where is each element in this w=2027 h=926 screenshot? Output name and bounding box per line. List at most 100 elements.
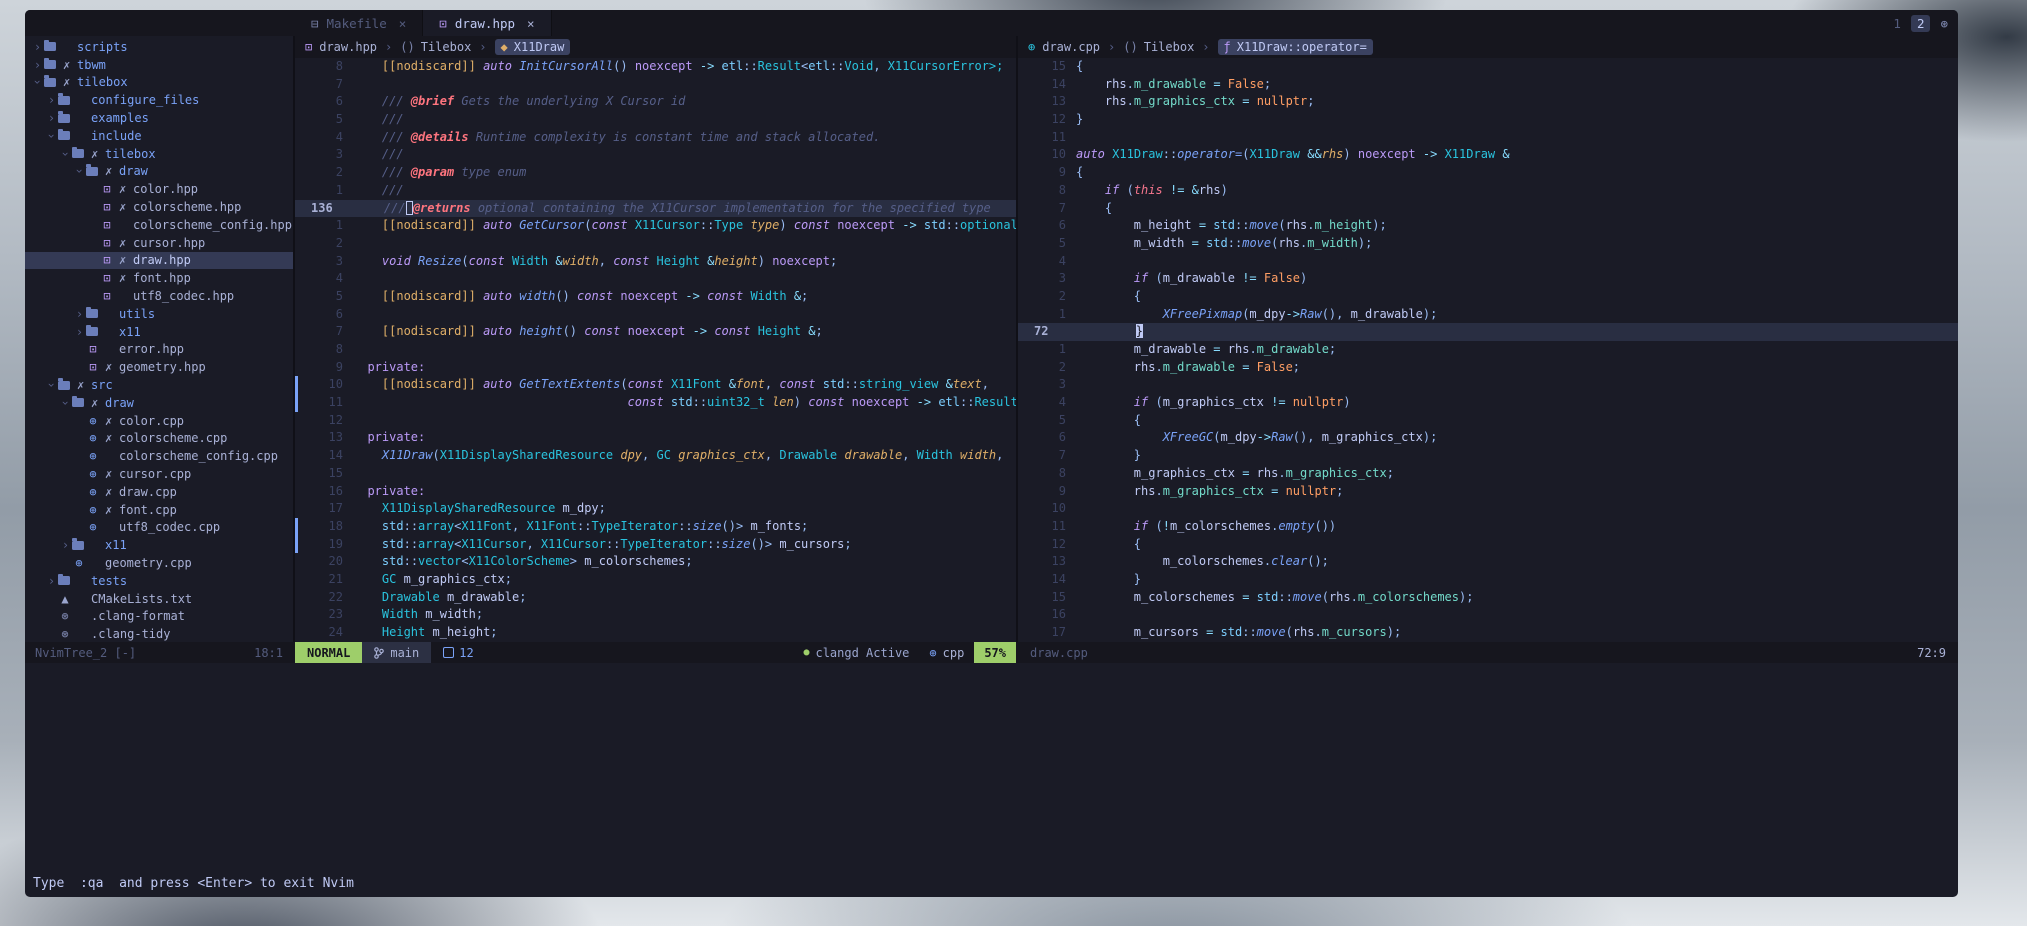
code-line[interactable]: 2 { [1018,288,1958,306]
code-line[interactable]: 8 m_graphics_ctx = rhs.m_graphics_ctx; [1018,465,1958,483]
code-line[interactable]: 5 { [1018,412,1958,430]
code-line[interactable]: 15 { [1018,58,1958,76]
code-line[interactable]: 7 [295,76,1016,94]
code-line[interactable]: 14 } [1018,571,1958,589]
tree-item-colorscheme_config.cpp[interactable]: ⊕ colorscheme_config.cpp [25,447,293,465]
tree-item-cursor.hpp[interactable]: ⊡ ✗ cursor.hpp [25,234,293,252]
code-line[interactable]: 8 [[nodiscard]] auto InitCursorAll() noe… [295,58,1016,76]
code-line[interactable]: 22 Drawable m_drawable; [295,589,1016,607]
breadcrumb-item[interactable]: ƒ X11Draw::operator= [1217,39,1373,55]
code-line[interactable]: 4 [1018,253,1958,271]
code-line[interactable]: 13 m_colorschemes.clear(); [1018,553,1958,571]
code-line[interactable]: 7 [[nodiscard]] auto height() const noex… [295,323,1016,341]
tree-item-color.hpp[interactable]: ⊡ ✗ color.hpp [25,180,293,198]
code-line[interactable]: 136 /// @returns optional containing the… [295,199,1016,218]
breadcrumb-file[interactable]: draw.hpp [319,40,377,54]
tree-item-colorscheme.cpp[interactable]: ⊕ ✗ colorscheme.cpp [25,430,293,448]
tree-item-utils[interactable]: › utils [25,305,293,323]
tree-item-colorscheme.hpp[interactable]: ⊡ ✗ colorscheme.hpp [25,198,293,216]
code-line[interactable]: 9 rhs.m_graphics_ctx = nullptr; [1018,483,1958,501]
code-line[interactable]: 12 [295,412,1016,430]
code-line[interactable]: 2 /// @param type enum [295,164,1016,182]
code-line[interactable]: 23 Width m_width; [295,606,1016,624]
code-line[interactable]: 6 [295,306,1016,324]
code-line[interactable]: 17 m_cursors = std::move(rhs.m_cursors); [1018,624,1958,642]
tree-item-error.hpp[interactable]: ⊡ error.hpp [25,341,293,359]
code-line[interactable]: 1 m_drawable = rhs.m_drawable; [1018,341,1958,359]
tree-item-draw[interactable]: › ✗ draw [25,163,293,181]
chevron-right-icon[interactable]: › [73,325,86,339]
chevron-right-icon[interactable]: › [45,574,58,588]
code-area-draw-hpp[interactable]: 8 [[nodiscard]] auto InitCursorAll() noe… [295,58,1016,642]
code-line[interactable]: 72 } [1018,323,1958,341]
tree-item-.clang-tidy[interactable]: ⊛ .clang-tidy [25,625,293,642]
code-line[interactable]: 7 { [1018,200,1958,218]
code-line[interactable]: 17 X11DisplaySharedResource m_dpy; [295,500,1016,518]
code-line[interactable]: 1 /// [295,182,1016,200]
code-line[interactable]: 16 private: [295,483,1016,501]
code-line[interactable]: 11 const std::uint32_t len) const noexce… [295,394,1016,412]
code-line[interactable]: 8 [295,341,1016,359]
code-line[interactable]: 12 { [1018,536,1958,554]
tree-item-utf8_codec.hpp[interactable]: ⊡ utf8_codec.hpp [25,287,293,305]
chevron-down-icon[interactable]: › [45,379,59,392]
code-line[interactable]: 19 std::array<X11Cursor, X11Cursor::Type… [295,535,1016,554]
tree-item-draw.cpp[interactable]: ⊕ ✗ draw.cpp [25,483,293,501]
tree-item-tilebox[interactable]: › ✗ tilebox [25,145,293,163]
tree-item-x11[interactable]: › x11 [25,536,293,554]
code-line[interactable]: 20 std::vector<X11ColorScheme> m_colorsc… [295,553,1016,571]
tree-item-color.cpp[interactable]: ⊕ ✗ color.cpp [25,412,293,430]
code-line[interactable]: 6 m_height = std::move(rhs.m_height); [1018,217,1958,235]
tree-item-utf8_codec.cpp[interactable]: ⊕ utf8_codec.cpp [25,519,293,537]
tree-item-configure_files[interactable]: › configure_files [25,91,293,109]
code-line[interactable]: 21 GC m_graphics_ctx; [295,571,1016,589]
code-line[interactable]: 10 auto X11Draw::operator=(X11Draw &&rhs)… [1018,146,1958,164]
chevron-right-icon[interactable]: › [73,307,86,321]
tab-Makefile[interactable]: ⊟ Makefile × [295,10,424,36]
chevron-right-icon[interactable]: › [59,538,72,552]
tab-draw.hpp[interactable]: ⊡ draw.hpp × [423,10,552,36]
code-line[interactable]: 11 if (!m_colorschemes.empty()) [1018,518,1958,536]
chevron-right-icon[interactable]: › [45,111,58,125]
breadcrumb-file[interactable]: draw.cpp [1042,40,1100,54]
chevron-down-icon[interactable]: › [45,129,59,142]
code-line[interactable]: 3 void Resize(const Width &width, const … [295,253,1016,271]
code-line[interactable]: 5 /// [295,111,1016,129]
code-line[interactable]: 12} [1018,111,1958,129]
code-line[interactable]: 2 rhs.m_drawable = False; [1018,359,1958,377]
code-line[interactable]: 5 [[nodiscard]] auto width() const noexc… [295,288,1016,306]
tree-item-geometry.hpp[interactable]: ⊡ ✗ geometry.hpp [25,358,293,376]
code-line[interactable]: 1 XFreePixmap(m_dpy->Raw(), m_drawable); [1018,306,1958,324]
tree-item-font.hpp[interactable]: ⊡ ✗ font.hpp [25,269,293,287]
tree-item-CMakeLists.txt[interactable]: ▲ CMakeLists.txt [25,590,293,608]
chevron-down-icon[interactable]: › [31,76,45,89]
code-line[interactable]: 13 rhs.m_graphics_ctx = nullptr; [1018,93,1958,111]
breadcrumb-item[interactable]: () Tilebox [1123,40,1194,54]
tabpage-1[interactable]: 1 [1887,15,1907,32]
code-line[interactable]: 14 rhs.m_drawable = False; [1018,76,1958,94]
code-line[interactable]: 11 [1018,129,1958,147]
tree-item-scripts[interactable]: › scripts [25,38,293,56]
code-line[interactable]: 10 [[nodiscard]] auto GetTextExtents(con… [295,376,1016,395]
breadcrumb-item[interactable]: () Tilebox [400,40,471,54]
code-line[interactable]: 4 [295,270,1016,288]
tabpage-2[interactable]: 2 [1910,14,1931,32]
code-line[interactable]: 3 [1018,376,1958,394]
code-line[interactable]: 24 Height m_height; [295,624,1016,642]
chevron-right-icon[interactable]: › [45,93,58,107]
code-line[interactable]: 16 [1018,606,1958,624]
code-line[interactable]: 13 private: [295,429,1016,447]
code-line[interactable]: 15 [295,465,1016,483]
tree-item-tests[interactable]: › tests [25,572,293,590]
code-line[interactable]: 3 if (m_drawable != False) [1018,270,1958,288]
breadcrumb-item[interactable]: ◆ X11Draw [494,39,571,55]
code-line[interactable]: 15 m_colorschemes = std::move(rhs.m_colo… [1018,589,1958,607]
tab-close-icon[interactable]: × [527,16,535,31]
code-line[interactable]: 4 /// @details Runtime complexity is con… [295,129,1016,147]
tree-item-x11[interactable]: › x11 [25,323,293,341]
code-line[interactable]: 14 X11Draw(X11DisplaySharedResource dpy,… [295,447,1016,465]
tree-item-tbwm[interactable]: › ✗ tbwm [25,56,293,74]
tree-item-font.cpp[interactable]: ⊕ ✗ font.cpp [25,501,293,519]
code-line[interactable]: 9{ [1018,164,1958,182]
tab-close-icon[interactable]: × [399,16,407,31]
